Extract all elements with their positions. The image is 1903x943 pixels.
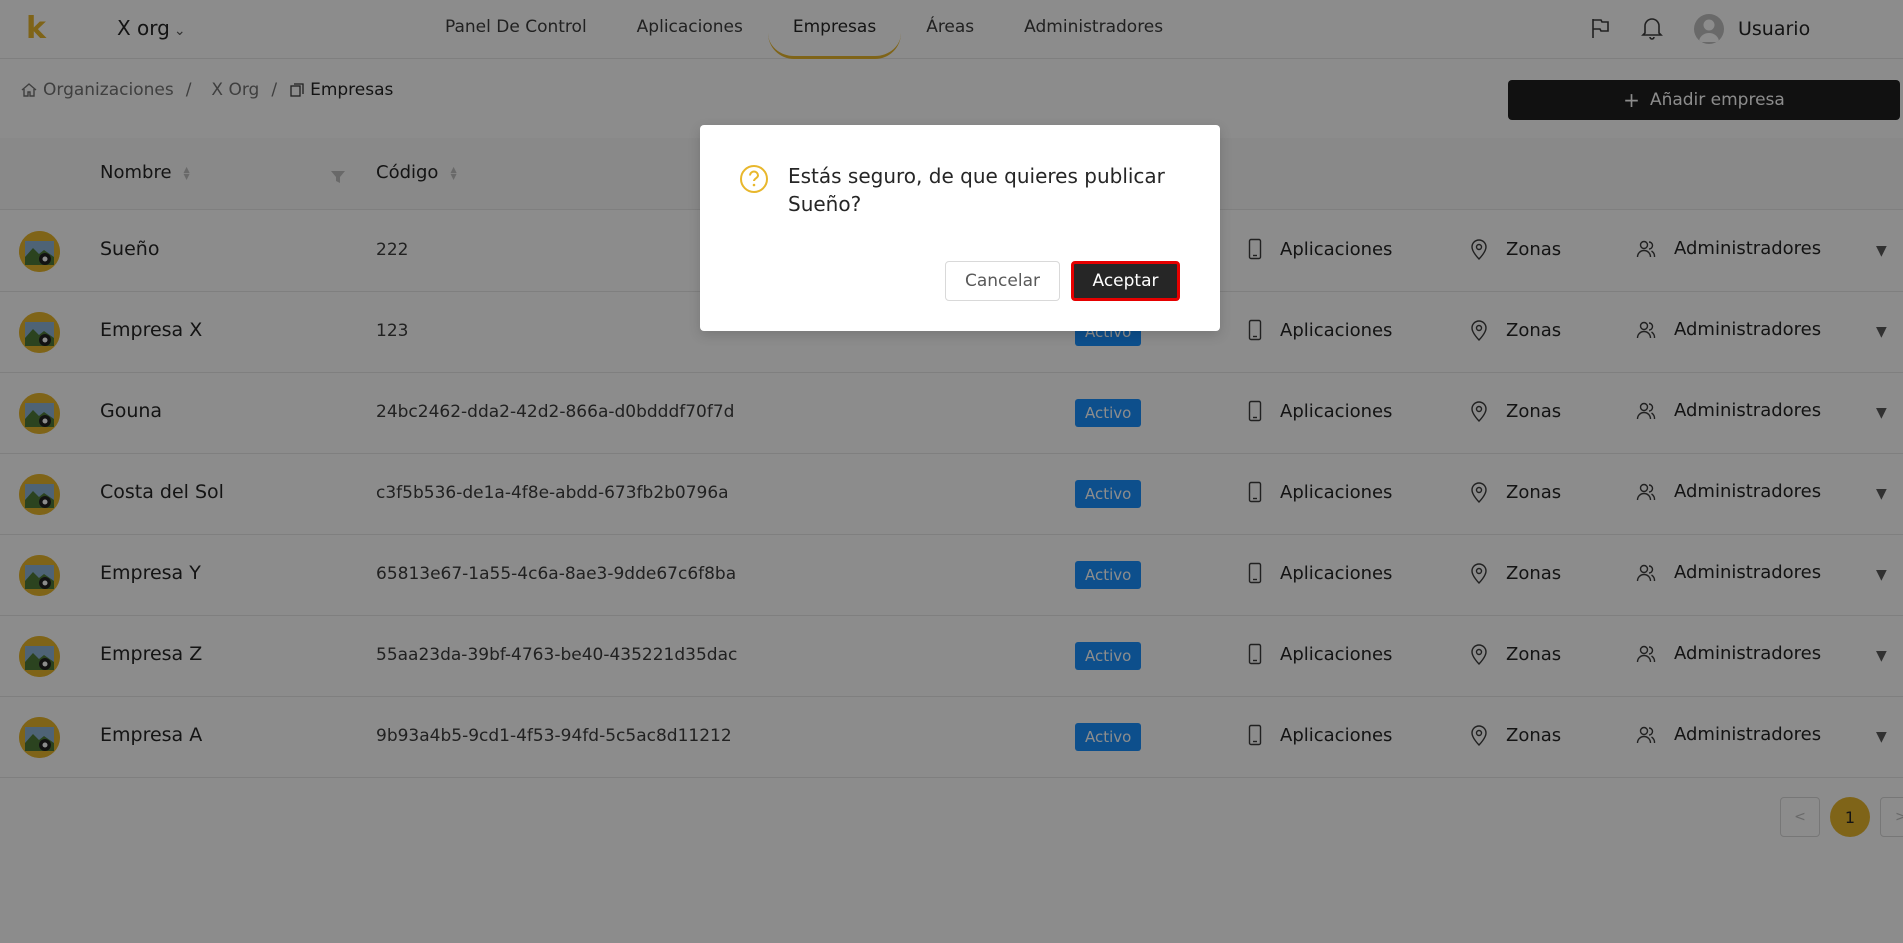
accept-button[interactable]: Aceptar <box>1071 261 1180 301</box>
question-circle-icon <box>739 164 769 198</box>
confirm-dialog: Estás seguro, de que quieres publicar Su… <box>700 125 1220 331</box>
cancel-button[interactable]: Cancelar <box>945 261 1060 301</box>
confirm-message: Estás seguro, de que quieres publicar Su… <box>788 164 1165 216</box>
